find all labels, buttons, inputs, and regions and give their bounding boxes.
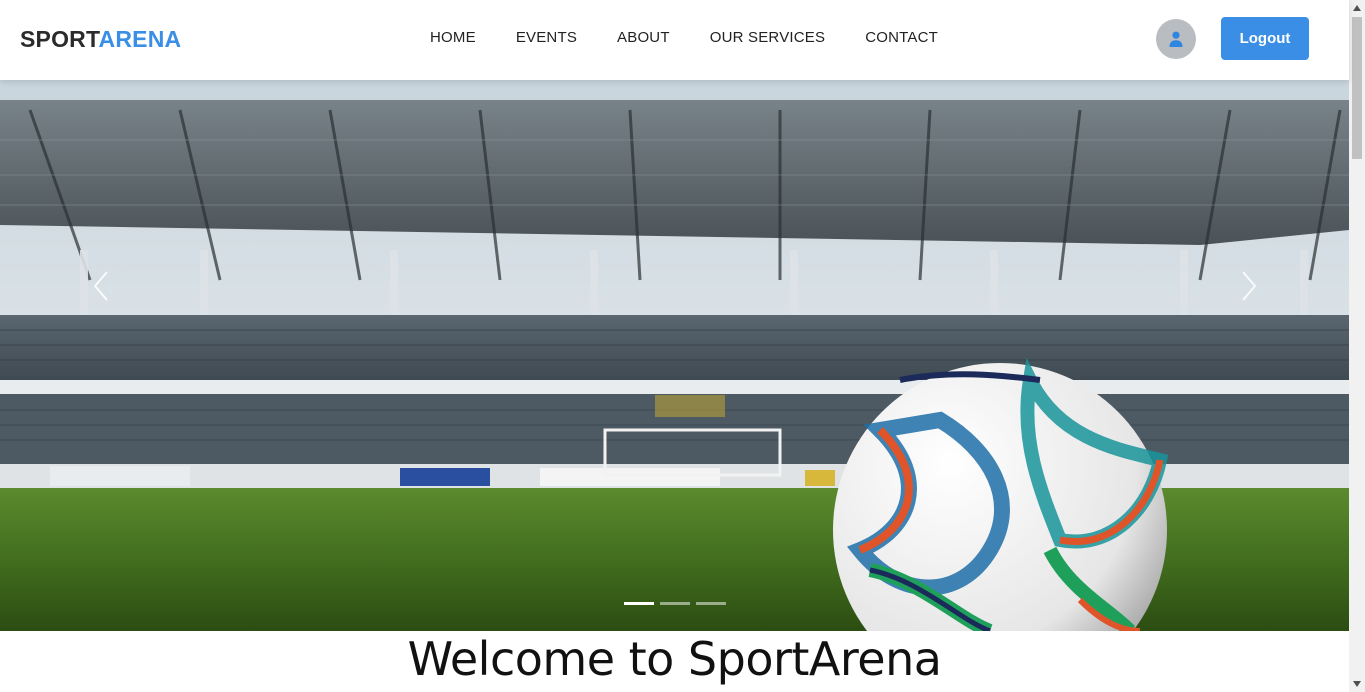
nav-home[interactable]: HOME [430,29,476,46]
scrollbar-thumb[interactable] [1352,17,1362,159]
page-scrollbar[interactable] [1349,0,1365,692]
carousel-indicator-1[interactable] [624,602,654,605]
profile-avatar-button[interactable] [1156,19,1196,59]
nav-contact[interactable]: CONTACT [865,29,938,46]
carousel-prev-button[interactable] [82,266,122,306]
carousel-indicators [624,602,732,605]
brand-part-sport: SPORT [20,26,99,52]
navbar: SPORTARENA HOME EVENTS ABOUT OUR SERVICE… [0,0,1349,80]
scroll-down-arrow-icon[interactable] [1349,676,1365,692]
welcome-heading: Welcome to SportArena [407,632,942,686]
carousel-indicator-2[interactable] [660,602,690,605]
welcome-section: Welcome to SportArena [0,631,1349,692]
chevron-right-icon [1242,271,1257,301]
nav-our-services[interactable]: OUR SERVICES [710,29,826,46]
brand-part-arena: ARENA [98,26,182,52]
nav-about[interactable]: ABOUT [617,29,670,46]
logout-button[interactable]: Logout [1221,17,1309,60]
brand-logo[interactable]: SPORTARENA [20,26,181,53]
main-nav: HOME EVENTS ABOUT OUR SERVICES CONTACT [410,29,958,46]
scroll-up-arrow-icon[interactable] [1349,0,1365,16]
carousel-next-button[interactable] [1228,266,1268,306]
stadium-soccer-ball-image [0,80,1349,631]
hero-carousel [0,80,1349,631]
nav-events[interactable]: EVENTS [516,29,577,46]
chevron-left-icon [93,271,108,301]
carousel-indicator-3[interactable] [696,602,726,605]
user-icon [1169,31,1183,47]
